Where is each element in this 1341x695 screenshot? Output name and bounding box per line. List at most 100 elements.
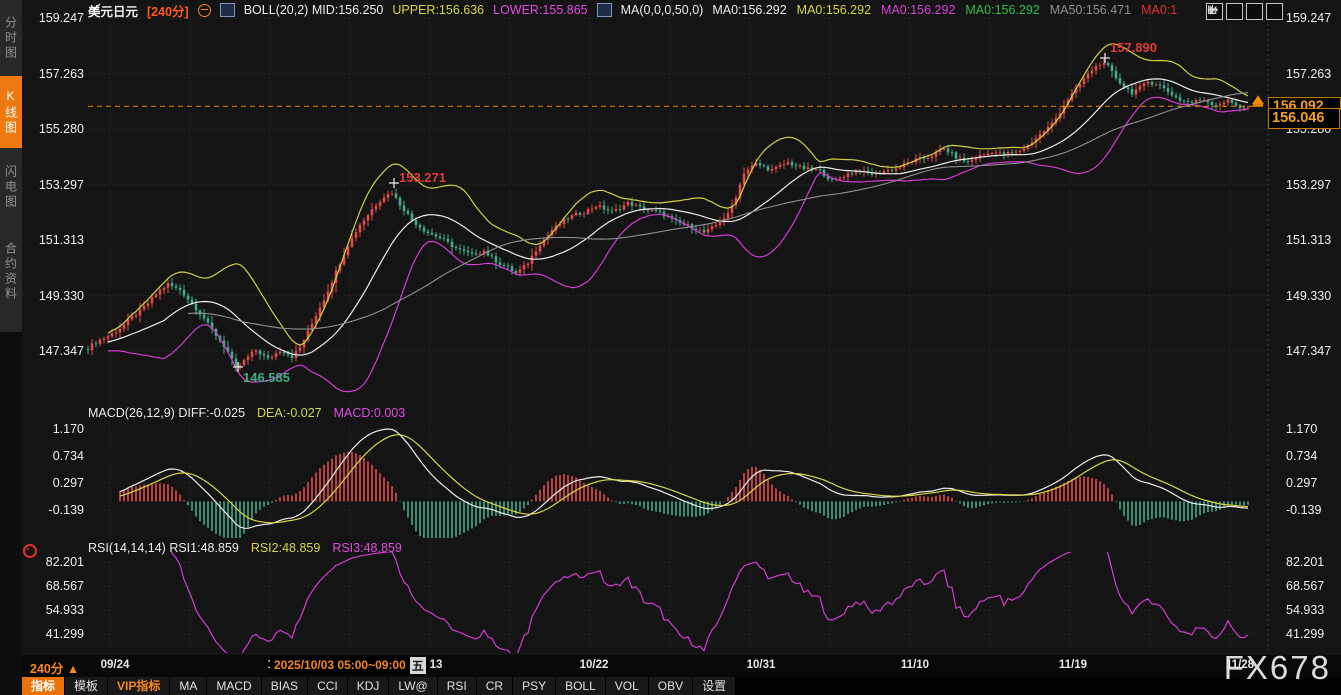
rsi-axis-label: 68.567	[26, 579, 84, 593]
toolbar-item-1[interactable]: 指标	[22, 677, 64, 695]
price-axis-label: 149.330	[26, 289, 84, 303]
price-axis-label: 157.263	[26, 67, 84, 81]
price-axis-label: 151.313	[1286, 233, 1341, 247]
macd-axis-label: 0.297	[1286, 476, 1341, 490]
toolbar-item-10[interactable]: RSI	[438, 677, 476, 695]
price-axis-label: 157.263	[1286, 67, 1341, 81]
price-axis-label: 159.247	[26, 11, 84, 25]
sidebar-tab-1[interactable]: 分时图	[0, 4, 22, 72]
rsi-settings-icon[interactable]	[23, 544, 37, 558]
price-axis-label: 151.313	[26, 233, 84, 247]
rsi-line	[144, 543, 1248, 662]
toolbar-item-11[interactable]: CR	[477, 677, 512, 695]
time-axis: 240分 ▲ 09/2410/0310/1310/2210/3111/1011/…	[0, 655, 1341, 677]
rsi-axis-label: 82.201	[1286, 555, 1341, 569]
toolbar-item-14[interactable]: VOL	[606, 677, 648, 695]
exit-icon[interactable]	[1266, 3, 1283, 20]
macd-dea-value: DEA:-0.027	[257, 406, 322, 420]
price-axis-label: 159.247	[1286, 11, 1341, 25]
left-sidebar: 分时图 K线图闪电图合约资料	[0, 0, 22, 695]
ma-value-1: MA0:156.292	[712, 3, 786, 17]
ma-value-3: MA0:156.292	[881, 3, 955, 17]
toolbar-item-16[interactable]: 设置	[693, 677, 735, 695]
macd-title: MACD(26,12,9) DIFF:-0.025	[88, 406, 245, 420]
date-tick-label: 11/19	[1043, 659, 1103, 671]
rsi-axis-label: 41.299	[1286, 627, 1341, 641]
boll-indicator-icon[interactable]	[220, 3, 235, 17]
rsi2-value: RSI2:48.859	[251, 541, 321, 555]
rsi-axis-label: 54.933	[1286, 603, 1341, 617]
macd-macd-value: MACD:0.003	[334, 406, 406, 420]
toolbar-item-7[interactable]: CCI	[308, 677, 347, 695]
toolbar-item-13[interactable]: BOLL	[556, 677, 605, 695]
price-axis-label: 147.347	[1286, 344, 1341, 358]
boll-mid-line	[108, 79, 1248, 355]
ma50-line	[188, 93, 1248, 329]
date-tick-label: 09/24	[85, 659, 145, 671]
toolbar-item-4[interactable]: MA	[170, 677, 206, 695]
macd-axis-label: 1.170	[1286, 422, 1341, 436]
ma-label: MA(0,0,0,50,0)	[621, 3, 704, 17]
rsi-axis-label: 41.299	[26, 627, 84, 641]
boll-lower-value: LOWER:155.865	[493, 3, 588, 17]
toolbar-item-6[interactable]: BIAS	[262, 677, 307, 695]
period-tag[interactable]: [240分]	[147, 1, 189, 20]
toolbar-item-5[interactable]: MACD	[207, 677, 260, 695]
scale-right-icon[interactable]	[1246, 3, 1263, 20]
sidebar-tab-4[interactable]: 合约资料	[0, 226, 22, 318]
price-axis-label: 153.297	[1286, 178, 1341, 192]
toolbar-item-2[interactable]: 模板	[65, 677, 107, 695]
link-icon[interactable]	[198, 4, 211, 17]
rsi-axis-label: 68.567	[1286, 579, 1341, 593]
price-box-last: 156.046	[1268, 108, 1340, 129]
macd-axis-label: 0.297	[26, 476, 84, 490]
macd-axis-label: 0.734	[1286, 449, 1341, 463]
ma-value-2: MA0:156.292	[797, 3, 871, 17]
trading-terminal: 分时图 K线图闪电图合约资料 美元日元 [240分] BOLL(20,2) MID…	[0, 0, 1341, 695]
macd-axis-label: -0.139	[1286, 503, 1341, 517]
ma-value-6: MA0:1	[1141, 3, 1177, 17]
sidebar-tab-3[interactable]: 闪电图	[0, 152, 22, 222]
chart-canvas	[0, 0, 1341, 695]
rsi-axis-label: 82.201	[26, 555, 84, 569]
macd-axis-label: 1.170	[26, 422, 84, 436]
price-axis-label: 155.280	[26, 122, 84, 136]
price-axis-label: 153.297	[26, 178, 84, 192]
price-annotation-1: 157.890	[1110, 40, 1157, 55]
macd-series	[119, 429, 1249, 542]
boll-upper-value: UPPER:156.636	[392, 3, 484, 17]
ma-value-4: MA0:156.292	[965, 3, 1039, 17]
toolbar-item-3[interactable]: VIP指标	[108, 677, 169, 695]
indicator-toolbar: 指标模板VIP指标MAMACDBIASCCIKDJLW@RSICRPSYBOLL…	[22, 677, 1341, 695]
date-tick-label: 11/10	[885, 659, 945, 671]
boll-label: BOLL(20,2) MID:156.250	[244, 3, 384, 17]
rsi-header: RSI(14,14,14) RSI1:48.859 RSI2:48.859 RS…	[88, 541, 402, 555]
ma-indicator-icon[interactable]	[597, 3, 612, 17]
watermark-logo: FX678	[1224, 649, 1331, 687]
ma-value-5: MA50:156.471	[1050, 3, 1131, 17]
price-axis-label: 149.330	[1286, 289, 1341, 303]
last-price-marker	[1252, 95, 1264, 104]
date-tick-label: 10/22	[564, 659, 624, 671]
price-annotation-3: 146.585	[243, 370, 290, 385]
price-annotation-2: 153.271	[399, 170, 446, 185]
rsi-axis-label: 54.933	[26, 603, 84, 617]
sidebar-tab-2[interactable]: K线图	[0, 76, 22, 148]
toolbar-item-15[interactable]: OBV	[649, 677, 692, 695]
rsi-title: RSI(14,14,14) RSI1:48.859	[88, 541, 239, 555]
date-tick-label: 10/31	[731, 659, 791, 671]
crosshair-date-tooltip: 2025/10/03 05:00~09:00 五	[270, 656, 430, 674]
scale-left-icon[interactable]	[1226, 3, 1243, 20]
macd-axis-label: 0.734	[26, 449, 84, 463]
boll-lower-line	[108, 97, 1248, 391]
weekday-badge: 五	[410, 657, 426, 674]
toolbar-item-12[interactable]: PSY	[513, 677, 555, 695]
price-axis-label: 147.347	[26, 344, 84, 358]
chart-header: 美元日元 [240分] BOLL(20,2) MID:156.250 UPPER…	[88, 2, 1177, 18]
rsi3-value: RSI3:48.859	[332, 541, 402, 555]
toolbar-item-9[interactable]: LW@	[389, 677, 436, 695]
toolbar-item-8[interactable]: KDJ	[348, 677, 389, 695]
macd-header: MACD(26,12,9) DIFF:-0.025 DEA:-0.027 MAC…	[88, 406, 405, 420]
macd-axis-label: -0.139	[26, 503, 84, 517]
timeframe-selector[interactable]: 240分 ▲	[30, 658, 79, 677]
